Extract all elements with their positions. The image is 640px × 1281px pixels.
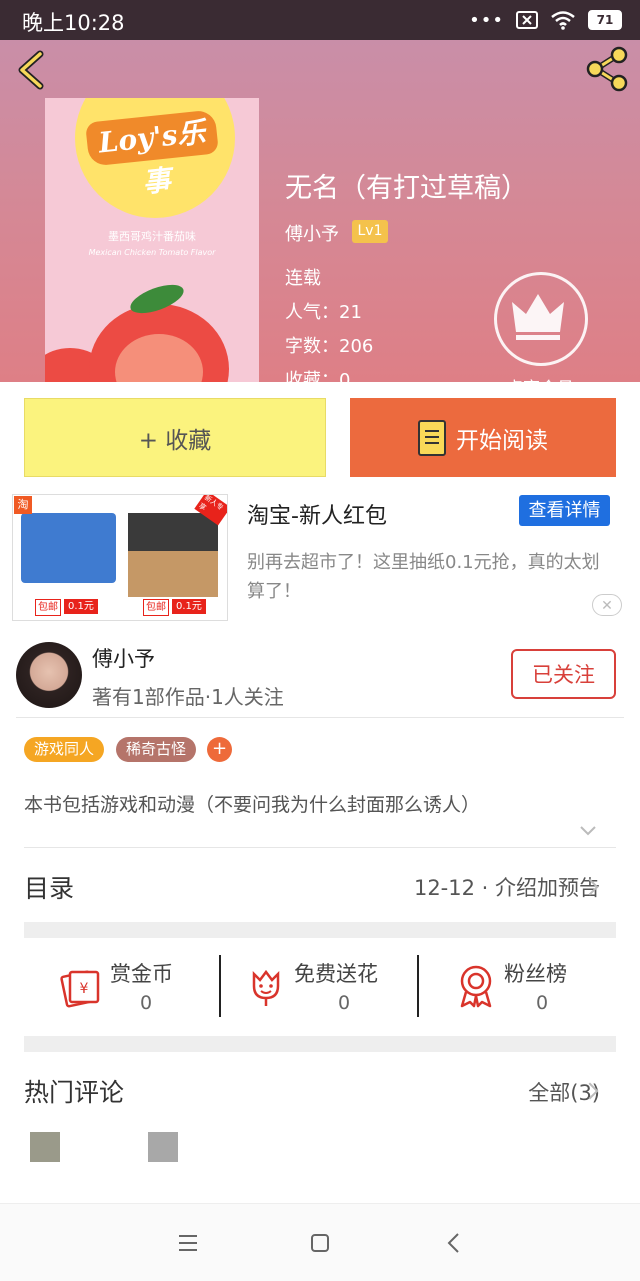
collect-button[interactable]: + 收藏: [24, 398, 326, 477]
avatar[interactable]: [16, 642, 82, 708]
vip-label[interactable]: 点亮会员: [480, 374, 600, 399]
divider: [417, 955, 419, 1017]
reward-coins-value: 0: [140, 992, 153, 1014]
divider: [16, 717, 624, 718]
system-nav-bar: [0, 1203, 640, 1281]
more-dots-icon: •••: [469, 9, 504, 31]
comment-avatar: [30, 1132, 60, 1162]
vip-button[interactable]: [494, 272, 588, 366]
menu-icon[interactable]: [178, 1234, 198, 1252]
battery-icon: 71: [588, 10, 622, 30]
section-separator: [24, 1036, 616, 1052]
book-cover: Loy's乐事 墨西哥鸡汁番茄味 Mexican Chicken Tomato …: [45, 98, 259, 382]
book-description: 本书包括游戏和动漫（不要问我为什么封面那么诱人）: [24, 794, 481, 816]
cover-text: 墨西哥鸡汁番茄味: [108, 230, 196, 243]
comment-image: [148, 1132, 178, 1162]
book-status: 连载: [285, 268, 321, 289]
ad-description[interactable]: 别再去超市了！这里抽纸0.1元抢，真的太划算了！: [247, 548, 617, 606]
book-header: Loy's乐事 墨西哥鸡汁番茄味 Mexican Chicken Tomato …: [0, 40, 640, 399]
status-bar: 晚上10:28 ••• 71: [0, 0, 640, 40]
add-tag-button[interactable]: +: [207, 737, 232, 762]
reward-coins-label: 赏金币: [110, 962, 173, 986]
home-icon[interactable]: [310, 1233, 330, 1253]
book-author-link[interactable]: 傅小予: [285, 220, 339, 246]
ad-title[interactable]: 淘宝-新人红包: [247, 498, 387, 530]
chevron-down-icon[interactable]: [580, 826, 596, 836]
book-favorites: 收藏：0: [285, 370, 351, 391]
red-envelope-icon: ¥: [60, 970, 100, 1008]
status-time: 晚上10:28: [22, 11, 125, 35]
author-card-info: 著有1部作品·1人关注: [92, 685, 284, 709]
book-icon: [418, 419, 446, 456]
wifi-icon: [551, 11, 575, 30]
tag-strange[interactable]: 稀奇古怪: [116, 737, 197, 762]
start-reading-label: 开始阅读: [456, 427, 548, 454]
back-arrow-icon[interactable]: [14, 50, 48, 90]
start-reading-button[interactable]: 开始阅读: [350, 398, 616, 477]
section-separator: [24, 922, 616, 938]
ad-detail-button[interactable]: 查看详情: [519, 495, 610, 526]
toc-latest-chapter[interactable]: 12-12 · 介绍加预告: [414, 872, 600, 902]
sim-icon: [516, 11, 538, 29]
level-badge: Lv1: [352, 220, 388, 243]
ad-close-icon[interactable]: ✕: [592, 594, 622, 616]
book-title: 无名（有打过草稿）: [285, 173, 528, 204]
free-flower-value: 0: [338, 992, 351, 1014]
taobao-tag: 淘: [14, 496, 32, 514]
follow-button[interactable]: 已关注: [511, 649, 616, 699]
book-word-count: 字数：206: [285, 336, 374, 357]
divider: [219, 955, 221, 1017]
status-icons: ••• 71: [469, 8, 622, 32]
nav-back-icon[interactable]: [446, 1232, 460, 1254]
free-flower-label: 免费送花: [294, 962, 378, 986]
ad-image[interactable]: 淘 新人专享 包邮 0.1元 包邮 0.1元: [12, 494, 228, 621]
svg-text:¥: ¥: [80, 981, 89, 997]
tag-game-fanfic[interactable]: 游戏同人: [24, 737, 105, 762]
fan-ranking-value: 0: [536, 992, 549, 1014]
hot-comments-title: 热门评论: [24, 1078, 125, 1107]
cover-subtext: Mexican Chicken Tomato Flavor: [88, 248, 216, 257]
flower-icon: [252, 969, 280, 1006]
book-popularity: 人气：21: [285, 302, 362, 323]
crown-icon: [512, 294, 564, 340]
fan-ranking-label: 粉丝榜: [504, 962, 567, 986]
author-card-name[interactable]: 傅小予: [92, 643, 155, 673]
divider: [24, 847, 616, 848]
toc-title[interactable]: 目录: [24, 869, 74, 905]
comment-preview[interactable]: [30, 1130, 562, 1202]
medal-icon: [460, 965, 492, 1008]
share-icon[interactable]: [584, 46, 630, 92]
